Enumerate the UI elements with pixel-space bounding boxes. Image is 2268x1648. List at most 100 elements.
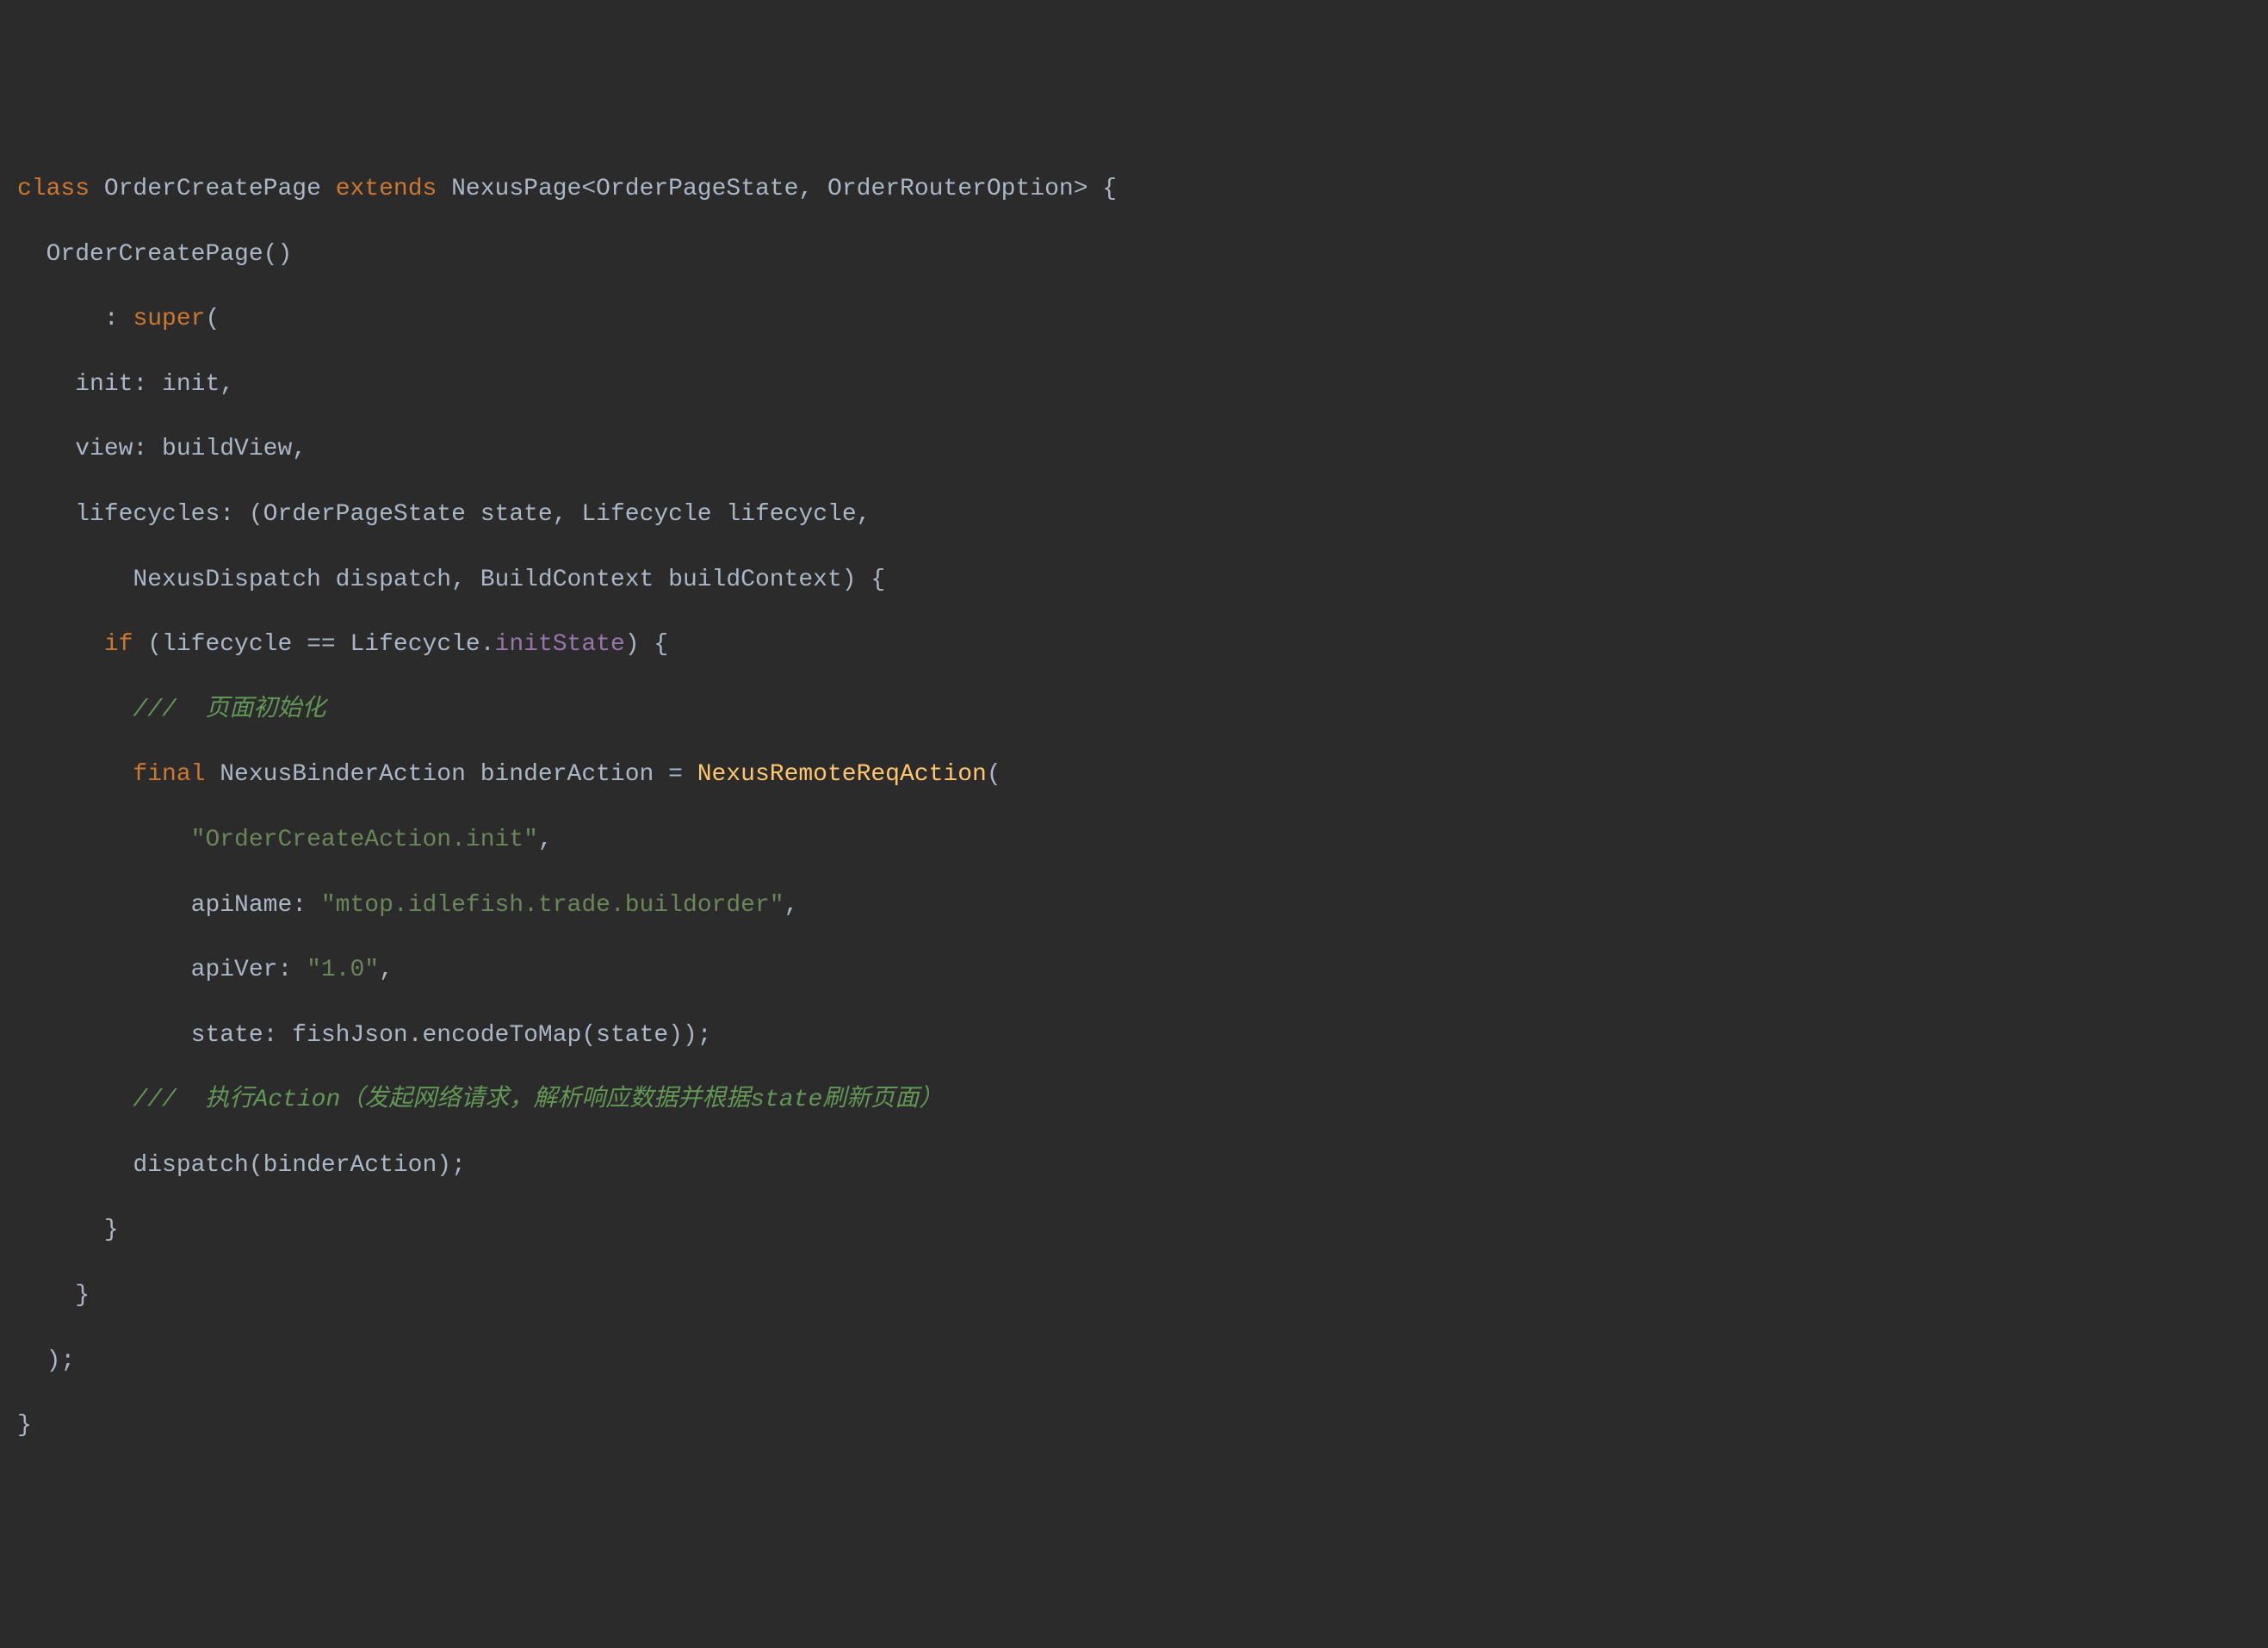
code-line[interactable]: state: fishJson.encodeToMap(state));	[17, 1019, 2251, 1052]
code-line[interactable]: init: init,	[17, 369, 2251, 401]
colon: :	[133, 436, 162, 462]
colon: :	[133, 371, 162, 398]
param-name: buildContext	[654, 567, 841, 593]
param-type: NexusDispatch	[133, 567, 320, 593]
arg-value: buildView	[162, 436, 292, 462]
identifier: fishJson	[292, 1022, 407, 1049]
named-arg: apiVer	[191, 957, 278, 983]
var-type: NexusBinderAction	[205, 761, 465, 788]
identifier: state	[596, 1022, 668, 1049]
separator: ,	[451, 567, 480, 593]
generic-arg: OrderPageState	[596, 176, 798, 202]
code-line[interactable]: /// 页面初始化	[17, 694, 2251, 727]
paren-close: )	[437, 1152, 451, 1179]
brace-open: {	[1088, 176, 1118, 202]
colon: :	[292, 892, 321, 919]
paren-open: (	[205, 306, 220, 332]
comment: /// 执行Action（发起网络请求，解析响应数据并根据state刷新页面）	[133, 1087, 943, 1113]
dot: .	[408, 1022, 423, 1049]
code-line[interactable]: class OrderCreatePage extends NexusPage<…	[17, 173, 2251, 206]
code-line[interactable]: }	[17, 1279, 2251, 1312]
paren-open: (	[581, 1022, 596, 1049]
base-class: NexusPage	[451, 176, 581, 202]
separator: ,	[553, 501, 582, 528]
code-line[interactable]: /// 执行Action（发起网络请求，解析响应数据并根据state刷新页面）	[17, 1084, 2251, 1117]
constructor-name: OrderCreatePage	[46, 241, 263, 268]
keyword-if: if	[104, 631, 133, 658]
colon: :	[277, 957, 307, 983]
generic-close: >	[1074, 176, 1088, 202]
code-line[interactable]: view: buildView,	[17, 433, 2251, 466]
identifier: lifecycle	[162, 631, 292, 658]
space	[321, 176, 336, 202]
brace-close: }	[104, 1217, 119, 1243]
brace-open: {	[640, 631, 669, 658]
paren-open: (	[987, 761, 1001, 788]
named-arg: init	[75, 371, 133, 398]
code-line[interactable]: NexusDispatch dispatch, BuildContext bui…	[17, 564, 2251, 597]
code-editor-view[interactable]: class OrderCreatePage extends NexusPage<…	[17, 140, 2251, 1475]
var-name: binderAction	[466, 761, 654, 788]
keyword-super: super	[133, 306, 205, 332]
comma: ,	[784, 892, 799, 919]
generic-arg: OrderRouterOption	[827, 176, 1074, 202]
property: initState	[495, 631, 625, 658]
paren-close: )	[842, 567, 857, 593]
code-line[interactable]: );	[17, 1345, 2251, 1378]
code-line[interactable]: dispatch(binderAction);	[17, 1149, 2251, 1182]
code-line[interactable]: OrderCreatePage()	[17, 239, 2251, 271]
param-type: OrderPageState	[263, 501, 466, 528]
operator: ==	[292, 631, 350, 658]
comma: ,	[857, 501, 871, 528]
param-name: dispatch	[321, 567, 451, 593]
function-call: dispatch	[133, 1152, 248, 1179]
generic-open: <	[581, 176, 596, 202]
identifier: binderAction	[263, 1152, 437, 1179]
colon: :	[220, 501, 249, 528]
brace-close: }	[17, 1412, 32, 1439]
string-literal: "1.0"	[307, 957, 379, 983]
comma: ,	[292, 436, 307, 462]
code-line[interactable]: apiVer: "1.0",	[17, 954, 2251, 987]
code-line[interactable]: lifecycles: (OrderPageState state, Lifec…	[17, 499, 2251, 531]
class-name: OrderCreatePage	[104, 176, 321, 202]
named-arg: state	[191, 1022, 263, 1049]
code-line[interactable]: : super(	[17, 303, 2251, 336]
arg-value: init	[162, 371, 220, 398]
operator: =	[654, 761, 697, 788]
identifier: Lifecycle	[350, 631, 480, 658]
paren-close: )	[683, 1022, 697, 1049]
param-type: Lifecycle	[581, 501, 711, 528]
paren-open: (	[133, 631, 162, 658]
method-call: encodeToMap	[423, 1022, 582, 1049]
paren-close: )	[625, 631, 640, 658]
comma: ,	[379, 957, 393, 983]
named-arg: apiName	[191, 892, 293, 919]
code-line[interactable]: "OrderCreateAction.init",	[17, 824, 2251, 857]
colon: :	[104, 306, 133, 332]
semicolon: ;	[60, 1348, 75, 1374]
code-line[interactable]: apiName: "mtop.idlefish.trade.buildorder…	[17, 889, 2251, 922]
named-arg: lifecycles	[75, 501, 220, 528]
semicolon: ;	[697, 1022, 712, 1049]
function-call: NexusRemoteReqAction	[697, 761, 987, 788]
parens: ()	[263, 241, 293, 268]
comma: ,	[538, 827, 553, 853]
string-literal: "OrderCreateAction.init"	[191, 827, 538, 853]
param-name: state	[466, 501, 553, 528]
string-literal: "mtop.idlefish.trade.buildorder"	[321, 892, 784, 919]
separator: ,	[798, 176, 827, 202]
paren-open: (	[249, 501, 263, 528]
space	[437, 176, 451, 202]
code-line[interactable]: final NexusBinderAction binderAction = N…	[17, 759, 2251, 791]
brace-close: }	[75, 1282, 90, 1309]
code-line[interactable]: if (lifecycle == Lifecycle.initState) {	[17, 629, 2251, 661]
code-line[interactable]: }	[17, 1409, 2251, 1442]
comma: ,	[220, 371, 234, 398]
param-name: lifecycle	[712, 501, 857, 528]
named-arg: view	[75, 436, 133, 462]
code-line[interactable]: }	[17, 1214, 2251, 1247]
space	[90, 176, 104, 202]
param-type: BuildContext	[480, 567, 654, 593]
keyword-extends: extends	[336, 176, 437, 202]
